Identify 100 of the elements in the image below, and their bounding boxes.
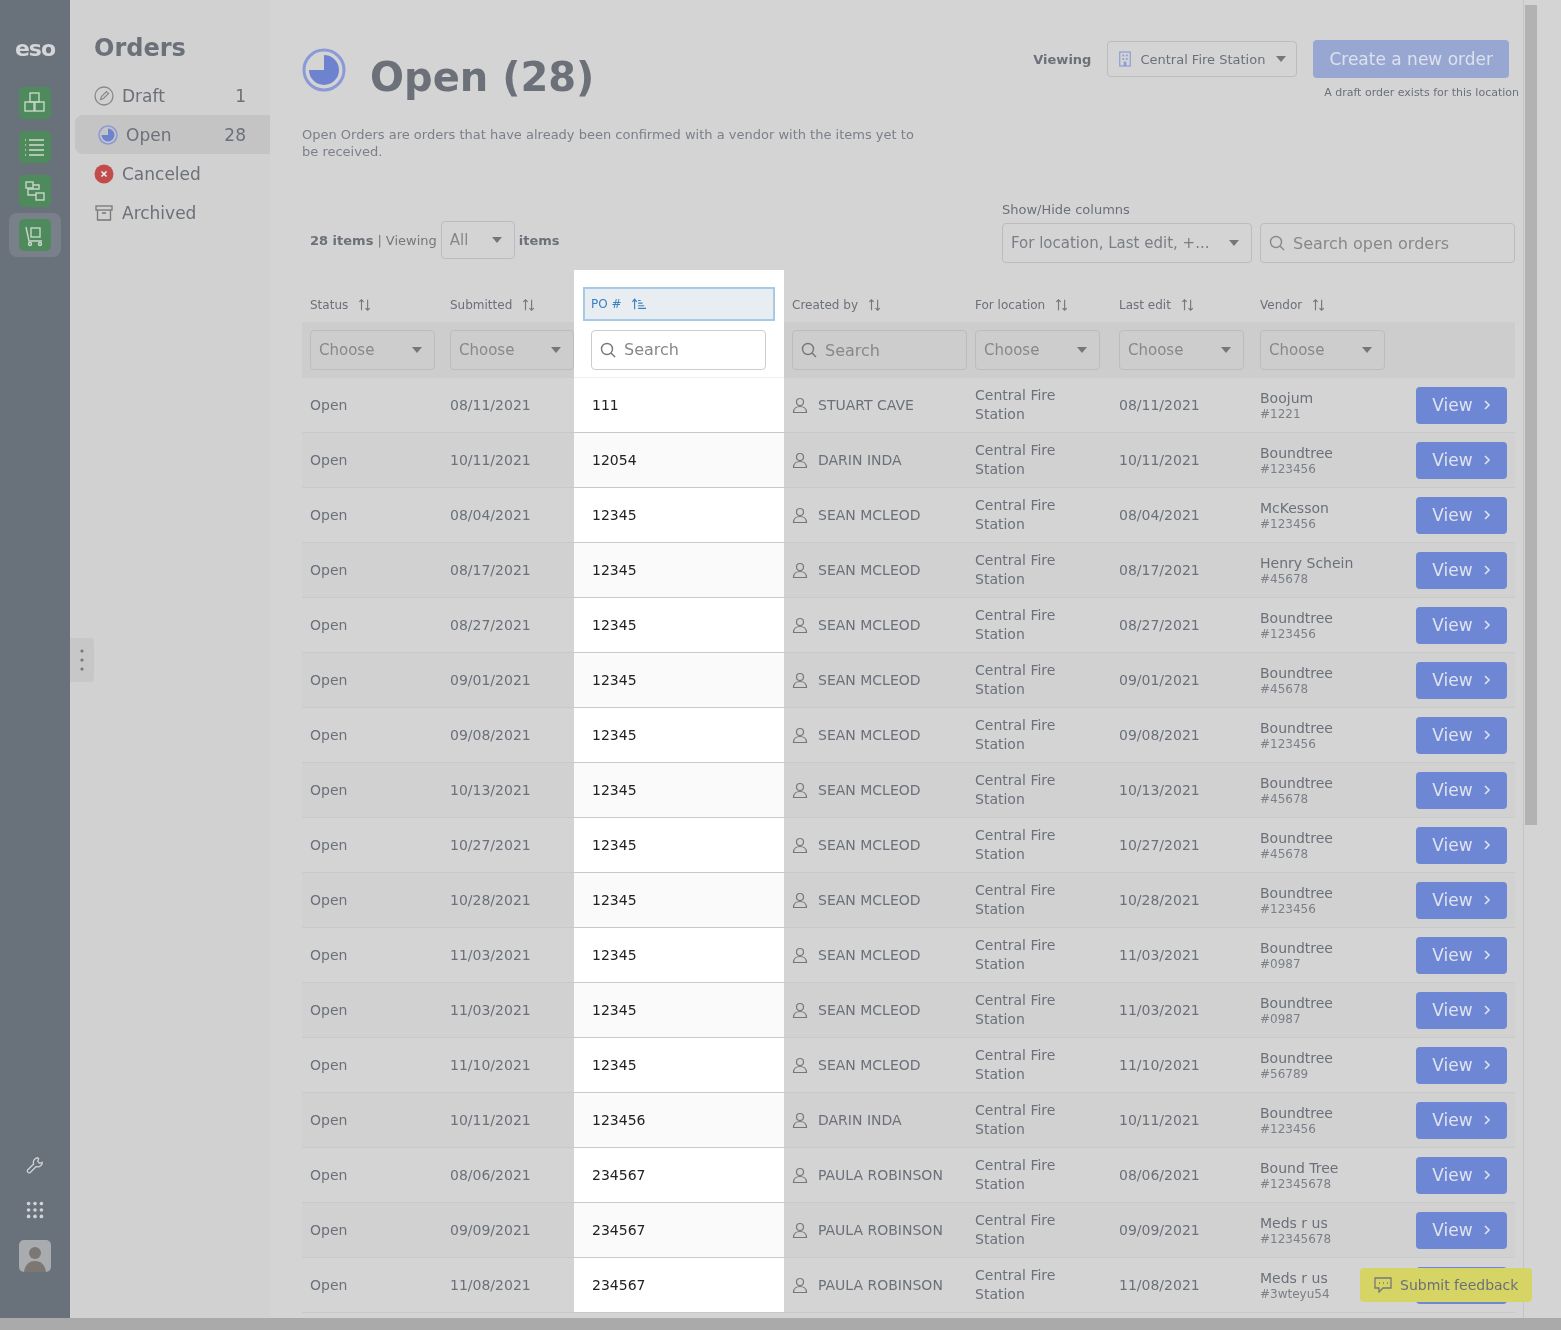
page-description: Open Orders are orders that have already been confirmed with a vendor with the items yet to be received. [302,126,915,160]
location-text: Central Fire Station [975,661,1057,699]
filter-dropdown[interactable]: Choose [310,330,435,370]
person-icon [792,782,808,798]
po-number: 12345 [592,617,637,633]
vendor-name: Boundtree [1260,1049,1333,1067]
column-header[interactable]: Created by [792,290,883,320]
sort-icon [868,298,883,312]
chevron-right-icon [1482,1169,1491,1181]
vendor-name: Boundtree [1260,774,1333,792]
apps-grid-icon[interactable] [24,1199,46,1221]
viewing-label: Viewing [1033,51,1092,67]
view-button[interactable]: View [1416,1046,1507,1084]
view-button[interactable]: View [1416,881,1507,919]
date-text: 10/11/2021 [450,1112,531,1128]
status-text: Open [310,507,348,523]
vendor-number: #45678 [1260,572,1309,586]
filter-dropdown[interactable]: Choose [1260,330,1385,370]
column-header[interactable]: Submitted [450,290,537,320]
view-button[interactable]: View [1416,936,1507,974]
horizontal-scrollbar[interactable] [0,1318,1561,1330]
filter-dropdown[interactable]: Choose [975,330,1100,370]
date-text: 10/11/2021 [1119,1112,1200,1128]
filter-dropdown[interactable]: Choose [1119,330,1244,370]
po-number: 234567 [592,1222,646,1238]
search-field[interactable]: Search open orders [1260,223,1515,263]
columns-dropdown[interactable]: For location, Last edit, +... [1002,223,1252,263]
po-number: 12345 [592,507,637,523]
location-text: Central Fire Station [975,1266,1057,1304]
drag-handle[interactable] [70,638,94,682]
location-text: Central Fire Station [975,1211,1057,1249]
creator-name: PAULA ROBINSON [818,1167,943,1183]
view-button[interactable]: View [1416,496,1507,534]
person-icon [792,617,808,633]
view-button[interactable]: View [1416,716,1507,754]
date-text: 10/28/2021 [1119,892,1200,908]
chevron-right-icon [1482,949,1491,961]
chevron-right-icon [1482,1004,1491,1016]
chevron-right-icon [1482,399,1491,411]
search-field[interactable]: Search [792,330,967,370]
column-header[interactable]: PO # [583,286,775,321]
chat-icon [1374,1277,1392,1293]
vendor-name: Boundtree [1260,994,1333,1012]
date-text: 09/08/2021 [1119,727,1200,743]
date-text: 08/04/2021 [1119,507,1200,523]
person-icon [792,837,808,853]
column-header[interactable]: Last edit [1119,290,1195,320]
vendor-number: #123456 [1260,627,1316,641]
search-field[interactable]: Search [591,329,766,370]
filter-dropdown[interactable]: Choose [450,330,574,370]
view-button[interactable]: View [1416,441,1507,479]
chevron-right-icon [1482,619,1491,631]
view-button[interactable]: View [1416,661,1507,699]
location-dropdown[interactable]: Central Fire Station [1107,41,1298,77]
rail-item[interactable] [9,213,61,257]
status-text: Open [310,782,348,798]
feedback-toast[interactable]: Submit feedback [1360,1268,1533,1302]
status-text: Open [310,837,348,853]
chevron-right-icon [1482,674,1491,686]
vendor-number: #1221 [1260,407,1301,421]
caret-icon [1221,347,1231,353]
sort-icon [522,298,537,312]
view-button[interactable]: View [1416,1211,1507,1249]
column-header[interactable]: For location [975,290,1070,320]
avatar-icon[interactable] [19,1240,51,1272]
location-text: Central Fire Station [975,1046,1057,1084]
sidebar-item[interactable]: Canceled [70,154,270,193]
separator-text: | [377,232,382,248]
view-button[interactable]: View [1416,771,1507,809]
vendor-number: #123456 [1260,1122,1316,1136]
columns-label: Show/Hide columns [1002,202,1131,217]
view-button[interactable]: View [1416,606,1507,644]
column-header[interactable]: Status [310,290,373,320]
creator-name: SEAN MCLEOD [818,1057,921,1073]
column-header[interactable]: Vendor [1260,290,1327,320]
view-button[interactable]: View [1416,826,1507,864]
vendor-number: #123456 [1260,902,1316,916]
creator-name: SEAN MCLEOD [818,837,921,853]
location-text: Central Fire Station [975,1156,1057,1194]
items-label: items [518,232,560,248]
person-icon [792,1112,808,1128]
page-size-dropdown[interactable]: All [440,221,515,259]
view-button[interactable]: View [1416,1101,1507,1139]
creator-name: SEAN MCLEOD [818,617,921,633]
vendor-number: #45678 [1260,792,1309,806]
view-button[interactable]: View [1416,991,1507,1029]
creator-name: SEAN MCLEOD [818,782,921,798]
view-button[interactable]: View [1416,1156,1507,1194]
sidebar-item[interactable]: Draft 1 [70,76,270,115]
vendor-number: #56789 [1260,1067,1309,1081]
sidebar-item[interactable]: Open 28 [75,115,270,154]
po-number: 123456 [592,1112,646,1128]
view-button[interactable]: View [1416,386,1507,424]
view-button[interactable]: View [1416,551,1507,589]
sidebar-item[interactable]: Archived [70,193,270,232]
location-text: Central Fire Station [975,496,1057,534]
wrench-icon[interactable] [24,1155,46,1177]
vendor-name: Boundtree [1260,884,1333,902]
search-icon [801,342,817,358]
creator-name: SEAN MCLEOD [818,562,921,578]
